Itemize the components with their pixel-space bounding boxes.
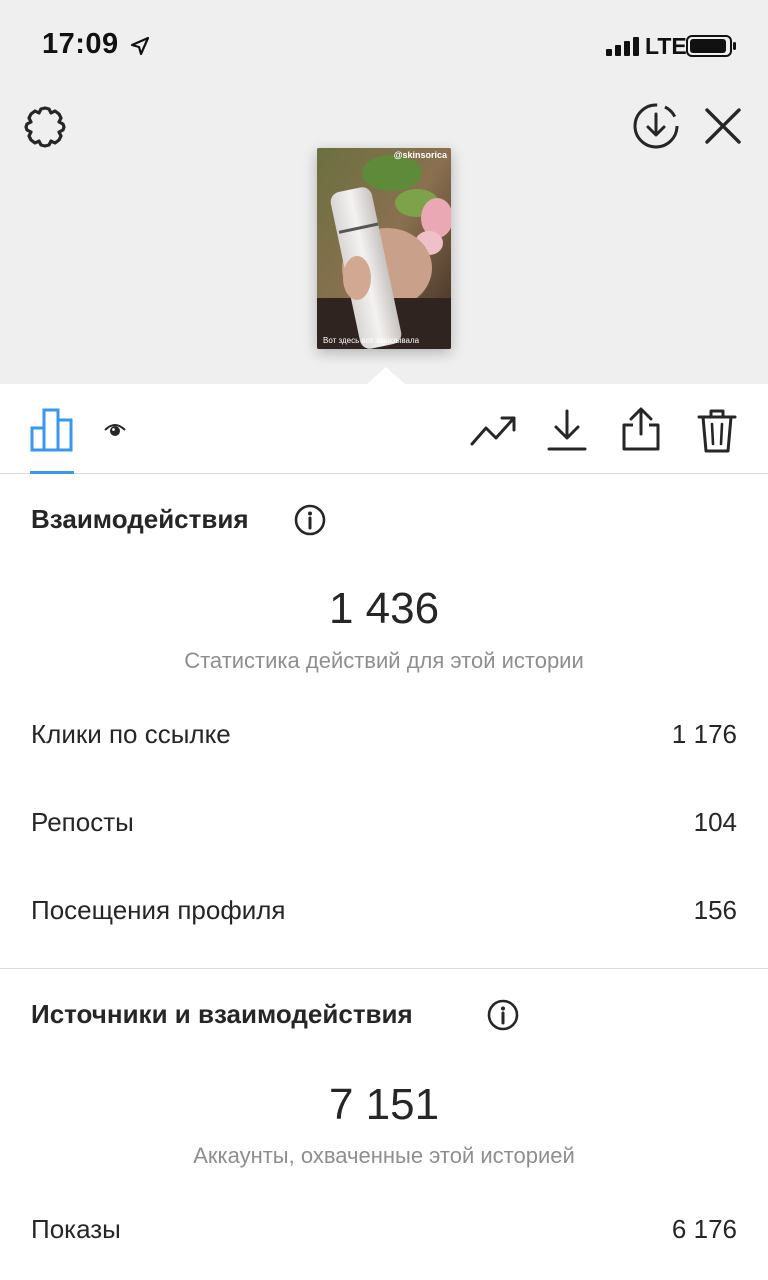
- download-icon[interactable]: [546, 408, 588, 452]
- bar-chart-icon[interactable]: [29, 406, 75, 452]
- story-preview-area: 17:09 LTE @skinsorica Вот здесь вот зака…: [0, 0, 768, 385]
- eye-icon[interactable]: [104, 422, 126, 438]
- active-tab-indicator: [30, 471, 74, 474]
- signal-strength-icon: [606, 37, 639, 56]
- impressions-label: Показы: [31, 1214, 121, 1244]
- download-circle-icon[interactable]: [630, 100, 682, 152]
- interactions-total: 1 436: [328, 584, 440, 633]
- story-handle: @skinsorica: [393, 150, 447, 160]
- impressions-value: 6 176: [671, 1214, 737, 1244]
- trash-icon[interactable]: [696, 408, 738, 454]
- story-image: [317, 148, 451, 349]
- section-divider: [0, 968, 768, 969]
- network-type: LTE: [645, 33, 687, 59]
- link-clicks-label: Клики по ссылке: [31, 719, 231, 749]
- reach-total: 7 151: [328, 1080, 440, 1129]
- info-icon[interactable]: [294, 504, 326, 536]
- selection-pointer: [366, 367, 406, 385]
- story-caption: Вот здесь вот заказывала: [323, 336, 420, 345]
- interactions-caption: Статистика действий для этой истории: [184, 648, 584, 673]
- battery-icon: [686, 35, 736, 57]
- link-clicks-value: 1 176: [671, 719, 737, 749]
- status-bar: 17:09 LTE: [0, 0, 768, 92]
- shares-value: 104: [693, 807, 737, 837]
- gear-icon[interactable]: [20, 102, 70, 152]
- insights-toolbar: [0, 384, 768, 474]
- story-thumbnail[interactable]: @skinsorica Вот здесь вот заказывала: [317, 148, 451, 349]
- interactions-title: Взаимодействия: [31, 504, 249, 534]
- status-time: 17:09: [42, 28, 119, 60]
- shares-label: Репосты: [31, 807, 134, 837]
- discovery-title: Источники и взаимодействия: [31, 999, 413, 1029]
- profile-visits-label: Посещения профиля: [31, 895, 286, 925]
- profile-visits-value: 156: [693, 895, 737, 925]
- close-icon[interactable]: [703, 106, 743, 146]
- reach-caption: Аккаунты, охваченные этой историей: [193, 1143, 575, 1168]
- trend-up-icon[interactable]: [470, 410, 518, 450]
- location-arrow-icon: [130, 36, 150, 56]
- share-icon[interactable]: [620, 406, 662, 452]
- info-icon[interactable]: [487, 999, 519, 1031]
